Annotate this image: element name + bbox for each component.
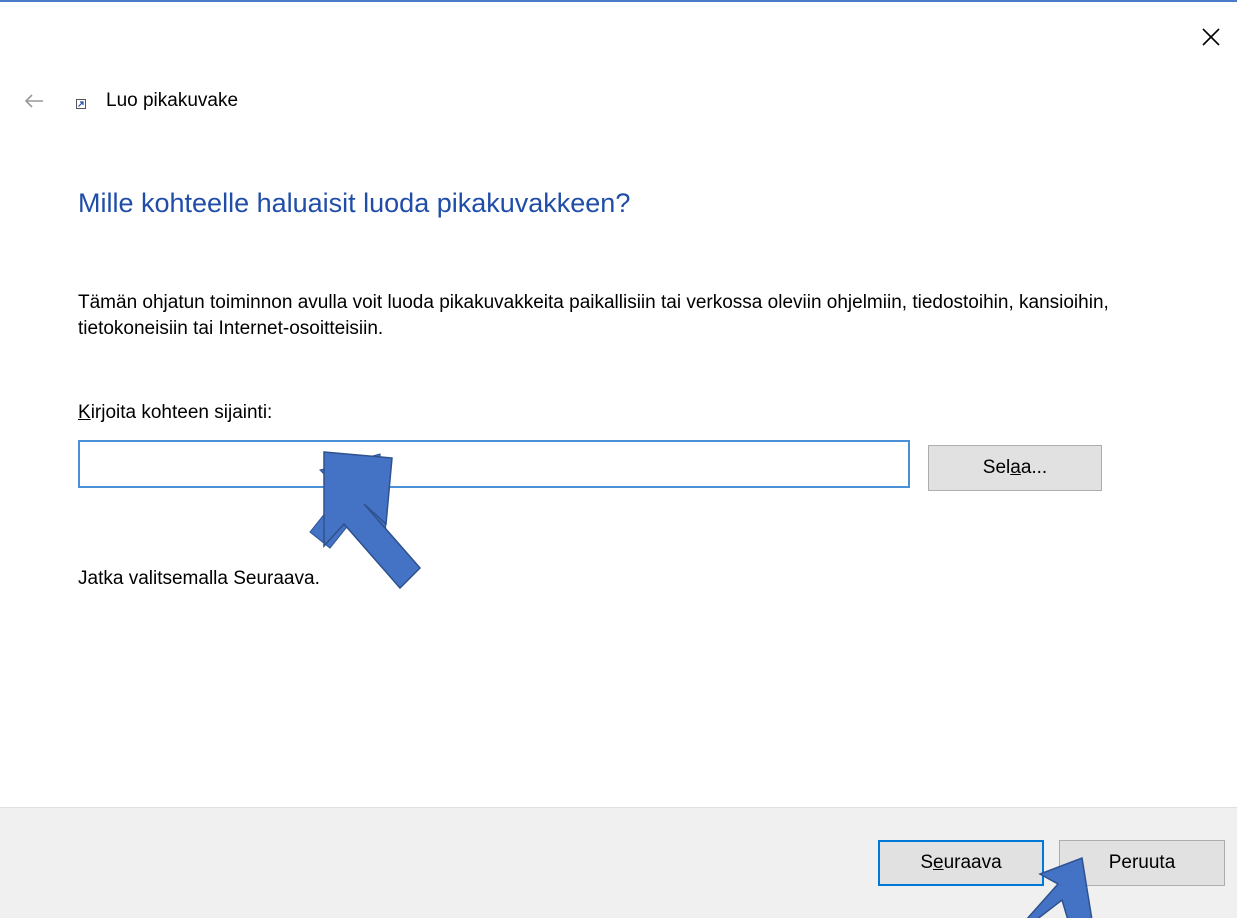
back-arrow-icon bbox=[24, 94, 43, 108]
back-button[interactable] bbox=[22, 89, 46, 113]
location-input[interactable] bbox=[78, 440, 910, 488]
cancel-button[interactable]: Peruuta bbox=[1059, 840, 1225, 886]
browse-label-post: a... bbox=[1020, 457, 1048, 478]
location-label: Kirjoita kohteen sijainti: bbox=[78, 402, 272, 424]
page-heading: Mille kohteelle haluaisit luoda pikakuva… bbox=[78, 188, 631, 218]
create-shortcut-window: Luo pikakuvake Mille kohteelle haluaisit… bbox=[0, 0, 1237, 918]
next-label-key: e bbox=[933, 852, 944, 873]
location-label-access-key: K bbox=[78, 402, 91, 423]
next-button[interactable]: Se uraava bbox=[878, 840, 1044, 886]
wizard-nav-row: Luo pikakuvake bbox=[22, 86, 238, 116]
continue-instruction: Jatka valitsemalla Seuraava. bbox=[78, 568, 320, 589]
browse-label-pre: Sel bbox=[982, 457, 1011, 478]
wizard-description: Tämän ohjatun toiminnon avulla voit luod… bbox=[78, 292, 1109, 339]
browse-button[interactable]: Sel a a... bbox=[928, 445, 1102, 491]
shortcut-icon bbox=[76, 99, 86, 109]
location-label-text: irjoita kohteen sijainti: bbox=[90, 402, 273, 423]
browse-label-key: a bbox=[1010, 457, 1021, 478]
wizard-footer: Se uraava Peruuta bbox=[0, 807, 1237, 918]
close-icon bbox=[1202, 28, 1220, 46]
close-button[interactable] bbox=[1191, 20, 1231, 54]
next-label-pre: S bbox=[920, 852, 933, 873]
next-label-post: uraava bbox=[943, 852, 1002, 873]
wizard-title: Luo pikakuvake bbox=[106, 90, 239, 111]
